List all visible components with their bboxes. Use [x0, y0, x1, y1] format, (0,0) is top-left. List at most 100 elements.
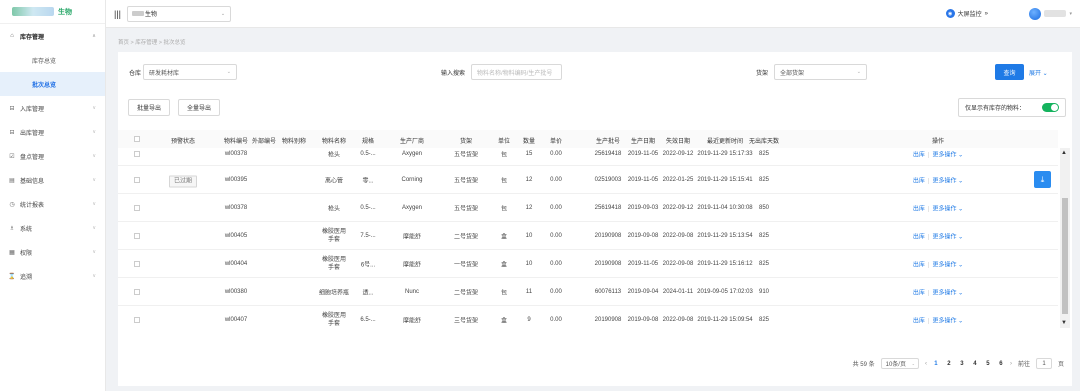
- query-button[interactable]: 查询: [995, 64, 1024, 80]
- warehouse-value: 研发耗材库: [149, 70, 180, 77]
- row-checkbox[interactable]: [134, 205, 140, 211]
- expand-link[interactable]: 展开 ⌄: [1029, 68, 1048, 77]
- separator: |: [927, 290, 930, 297]
- big-screen-monitor-link[interactable]: ◉ 大屏监控 »: [945, 9, 988, 18]
- cell-price: 0.00: [550, 289, 562, 295]
- goto-page-input[interactable]: 1: [1035, 358, 1052, 369]
- only-in-stock-filter: 仅显示有库存的物料：: [958, 98, 1066, 117]
- row-checkbox[interactable]: [134, 233, 140, 239]
- scrollbar-thumb[interactable]: [1062, 198, 1068, 314]
- scroll-down-icon[interactable]: ▼: [1061, 320, 1067, 326]
- next-page-icon[interactable]: ›: [1010, 361, 1012, 367]
- cell-name: 细胞培养瓶: [318, 290, 350, 297]
- more-actions-link[interactable]: 更多操作 ⌄: [932, 235, 963, 241]
- more-actions-link[interactable]: 更多操作 ⌄: [932, 153, 963, 159]
- more-actions-link[interactable]: 更多操作 ⌄: [932, 319, 963, 325]
- sidebar-item-label: 基础信息: [20, 178, 45, 185]
- outbound-link[interactable]: 出库: [913, 291, 925, 297]
- table-scrollbar[interactable]: ▲ ▼: [1060, 148, 1070, 328]
- sidebar-item[interactable]: ▦ 权限 ∨: [0, 240, 105, 264]
- sidebar-item[interactable]: ⊟ 出库管理 ∨: [0, 120, 105, 144]
- cell-qty: 10: [525, 261, 533, 267]
- page-number[interactable]: 5: [985, 361, 991, 367]
- download-icon[interactable]: ⤓: [1034, 171, 1051, 188]
- outbound-link[interactable]: 出库: [913, 153, 925, 159]
- cell-qty: 15: [525, 151, 533, 157]
- table-row: wl00380 细胞培养瓶 透... Nunc 二号货架 包 11 0.00 60076113 2…: [118, 278, 1058, 306]
- outbound-link[interactable]: 出库: [913, 263, 925, 269]
- cell-mfg: 2019-11-05: [627, 177, 659, 183]
- cell-exp: 2022-09-08: [662, 261, 694, 267]
- column-header: 物料名称: [321, 139, 347, 145]
- more-actions-link[interactable]: 更多操作 ⌄: [932, 207, 963, 213]
- cell-lot: 20190908: [594, 317, 622, 323]
- sidebar-item[interactable]: ▤ 基础信息 ∨: [0, 168, 105, 192]
- sidebar-item[interactable]: ♗ 系统 ∨: [0, 216, 105, 240]
- sidebar-item[interactable]: ◷ 统计报表 ∨: [0, 192, 105, 216]
- outbound-link[interactable]: 出库: [913, 235, 925, 241]
- scroll-up-icon[interactable]: ▲: [1061, 150, 1067, 156]
- sidebar-subitem[interactable]: 库存总览: [0, 48, 105, 72]
- search-input[interactable]: 物料名称/物料编码/生产批号: [471, 64, 562, 80]
- company-select[interactable]: 生物 ⌄: [127, 5, 232, 22]
- menu-toggle-icon[interactable]: |||: [114, 9, 121, 19]
- select-all-checkbox[interactable]: [134, 136, 140, 142]
- logo-mark: [12, 7, 54, 16]
- more-actions-link[interactable]: 更多操作 ⌄: [932, 291, 963, 297]
- page-size-select[interactable]: 10条/页 ⌄: [880, 358, 919, 369]
- search-label: 输入搜索: [441, 71, 466, 77]
- cell-spec: 透...: [362, 290, 374, 297]
- cell-price: 0.00: [550, 261, 562, 267]
- page-number[interactable]: 4: [972, 361, 978, 367]
- cell-qty: 12: [525, 205, 533, 211]
- row-checkbox[interactable]: [134, 289, 140, 295]
- shelf-select[interactable]: 全部货架 ⌄: [774, 64, 867, 80]
- cell-maker: 摩能舒: [402, 318, 422, 325]
- sidebar-item[interactable]: ⊟ 入库管理 ∨: [0, 96, 105, 120]
- row-checkbox[interactable]: [134, 151, 140, 157]
- user-menu[interactable]: ▾: [1029, 7, 1072, 20]
- sidebar-item[interactable]: ⌂ 库存管理 ∧: [0, 24, 105, 48]
- outbound-link[interactable]: 出库: [913, 179, 925, 185]
- search-placeholder: 物料名称/物料编码/生产批号: [477, 70, 553, 77]
- outbound-link[interactable]: 出库: [913, 319, 925, 325]
- row-actions: 出库 | 更多操作 ⌄: [913, 260, 963, 269]
- export-all-button[interactable]: 全量导出: [178, 99, 220, 116]
- cell-days: 825: [758, 177, 770, 183]
- prev-page-icon[interactable]: ‹: [925, 361, 927, 367]
- page-number[interactable]: 2: [946, 361, 952, 367]
- batch-export-button[interactable]: 批量导出: [128, 99, 170, 116]
- page-number[interactable]: 1: [933, 361, 939, 367]
- column-header: 操作: [931, 139, 945, 145]
- cell-unit: 盒: [500, 318, 508, 325]
- column-header: 生产厂商: [399, 139, 425, 145]
- sidebar-item[interactable]: ⌛ 追溯 ∨: [0, 264, 105, 288]
- chevron-icon: ∨: [92, 249, 96, 255]
- more-actions-link[interactable]: 更多操作 ⌄: [932, 263, 963, 269]
- cell-shelf: 五号货架: [453, 206, 479, 213]
- column-header: 货架: [459, 139, 473, 145]
- brand-logo[interactable]: 生物: [0, 0, 105, 24]
- cell-qty: 9: [527, 317, 531, 323]
- cell-name: 橡胶医用手套: [321, 313, 346, 327]
- row-checkbox[interactable]: [134, 261, 140, 267]
- chevron-down-icon: ⌄: [220, 10, 226, 17]
- cell-shelf: 五号货架: [453, 152, 479, 159]
- row-checkbox[interactable]: [134, 177, 140, 183]
- warehouse-select[interactable]: 研发耗材库 ⌄: [143, 64, 237, 80]
- sidebar-subitem[interactable]: 批次总览: [0, 72, 105, 96]
- page-number[interactable]: 6: [998, 361, 1004, 367]
- cell-days: 910: [758, 289, 770, 295]
- page-number[interactable]: 3: [959, 361, 965, 367]
- more-actions-link[interactable]: 更多操作 ⌄: [932, 179, 963, 185]
- outbound-link[interactable]: 出库: [913, 207, 925, 213]
- page-size-value: 10条/页: [885, 362, 906, 368]
- row-actions: 出库 | 更多操作 ⌄: [913, 204, 963, 213]
- main-card: 仓库 研发耗材库 ⌄ 输入搜索 物料名称/物料编码/生产批号 货架 全部货架 ⌄…: [118, 52, 1072, 386]
- row-actions: 出库 | 更多操作 ⌄: [913, 288, 963, 297]
- sidebar-item[interactable]: ☑ 盘点管理 ∨: [0, 144, 105, 168]
- row-checkbox[interactable]: [134, 317, 140, 323]
- sidebar-item-icon: ⌂: [10, 33, 14, 39]
- separator: |: [927, 206, 930, 213]
- only-in-stock-toggle[interactable]: [1042, 103, 1059, 112]
